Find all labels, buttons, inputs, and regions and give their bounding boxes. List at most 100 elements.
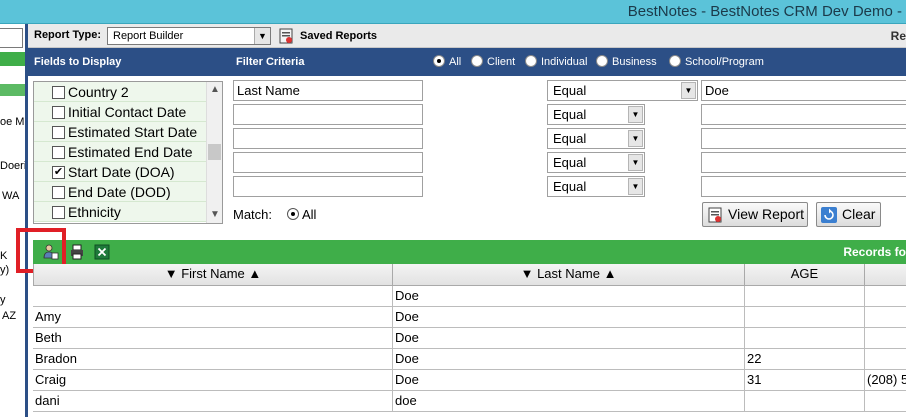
filter-field-input[interactable]: [233, 176, 423, 197]
field-checkbox[interactable]: [52, 126, 65, 139]
window-title: BestNotes - BestNotes CRM Dev Demo -: [627, 3, 902, 20]
filter-operator-select[interactable]: Equal ▼: [547, 176, 645, 197]
table-cell: Doe: [393, 307, 745, 328]
field-checkbox[interactable]: [52, 206, 65, 219]
left-search-input[interactable]: [0, 28, 23, 48]
excel-icon[interactable]: [94, 244, 110, 260]
filter-operator-select[interactable]: Equal ▼: [547, 152, 645, 173]
left-text-fragment: y: [0, 294, 6, 306]
field-item[interactable]: Estimated Start Date: [34, 122, 207, 142]
filter-field-input[interactable]: Last Name: [233, 80, 423, 101]
filter-operator-select[interactable]: Equal ▼: [547, 80, 698, 101]
field-label: Start Date (DOA): [68, 164, 175, 180]
field-checkbox-checked[interactable]: ✔: [52, 166, 65, 179]
field-checkbox[interactable]: [52, 86, 65, 99]
fields-list[interactable]: Country 2 Initial Contact Date Estimated…: [33, 81, 223, 224]
clear-button[interactable]: Clear: [816, 202, 881, 227]
table-cell: [865, 349, 906, 370]
sort-asc-icon[interactable]: ▲: [604, 266, 617, 281]
table-cell: Bradon: [33, 349, 393, 370]
left-panel-subheader: [0, 84, 25, 96]
table-cell: [745, 328, 865, 349]
clear-label: Clear: [842, 206, 876, 222]
table-cell: (208) 5: [865, 370, 906, 391]
radio-dot[interactable]: [471, 55, 483, 67]
left-panel-header: [0, 52, 25, 66]
left-text-fragment: Doerin: [0, 160, 27, 172]
field-checkbox[interactable]: [52, 106, 65, 119]
chevron-down-icon[interactable]: ▼: [628, 178, 643, 195]
results-toolbar: Records fo: [33, 240, 906, 264]
filter-value-input[interactable]: [701, 152, 906, 173]
field-label: Ethnicity: [68, 204, 121, 220]
table-cell: [865, 328, 906, 349]
field-item[interactable]: Initial Contact Date: [34, 102, 207, 122]
radio-dot[interactable]: [433, 55, 445, 67]
table-cell: 31: [745, 370, 865, 391]
fields-to-display-heading: Fields to Display: [34, 56, 122, 68]
records-found-text: Records fo: [843, 245, 906, 259]
chevron-down-icon[interactable]: ▼: [254, 28, 270, 44]
table-cell: [745, 391, 865, 412]
field-item[interactable]: Ethnicity: [34, 202, 207, 222]
sort-asc-icon[interactable]: ▲: [248, 266, 261, 281]
column-header-age[interactable]: AGE: [744, 264, 865, 286]
report-type-value: Report Builder: [113, 30, 184, 42]
chevron-down-icon[interactable]: ▼: [681, 82, 696, 99]
match-label: Match:: [233, 207, 273, 222]
radio-dot[interactable]: [525, 55, 537, 67]
radio-dot[interactable]: [669, 55, 681, 67]
column-header-first-name[interactable]: ▼ First Name ▲: [33, 264, 393, 286]
field-item[interactable]: ✔ Start Date (DOA): [34, 162, 207, 182]
filter-field-input[interactable]: [233, 152, 423, 173]
view-report-button[interactable]: View Report: [702, 202, 808, 227]
left-text-fragment: K: [0, 250, 8, 262]
field-item[interactable]: End Date (DOD): [34, 182, 207, 202]
filter-value-input[interactable]: Doe: [701, 80, 906, 101]
table-cell: Amy: [33, 307, 393, 328]
radio-dot[interactable]: [596, 55, 608, 67]
field-item[interactable]: Estimated End Date: [34, 142, 207, 162]
sort-desc-icon[interactable]: ▼: [521, 266, 534, 281]
saved-reports-link[interactable]: Saved Reports: [300, 30, 377, 42]
left-text-fragment: oe Ma: [0, 116, 28, 128]
filter-operator-select[interactable]: Equal ▼: [547, 128, 645, 149]
chevron-down-icon[interactable]: ▼: [628, 154, 643, 171]
report-type-bar: Report Type: Report Builder ▼ Saved Repo…: [28, 24, 906, 48]
chevron-down-icon[interactable]: ▼: [628, 130, 643, 147]
filter-value-input[interactable]: [701, 128, 906, 149]
table-cell: [865, 307, 906, 328]
match-all-radio[interactable]: [287, 208, 299, 220]
field-label: Estimated End Date: [68, 144, 193, 160]
filter-operator-select[interactable]: Equal ▼: [547, 104, 645, 125]
fields-scrollbar[interactable]: ▲ ▼: [206, 82, 222, 223]
report-bar-right-text: Re: [890, 29, 906, 43]
filter-field-input[interactable]: [233, 128, 423, 149]
filter-criteria-heading: Filter Criteria: [236, 56, 305, 68]
field-item[interactable]: Country 2: [34, 82, 207, 102]
column-header-last-name[interactable]: ▼ Last Name ▲: [392, 264, 745, 286]
table-cell: Beth: [33, 328, 393, 349]
field-checkbox[interactable]: [52, 146, 65, 159]
scrollbar-thumb[interactable]: [208, 144, 221, 160]
table-cell: Doe: [393, 370, 745, 391]
match-all-label: All: [302, 207, 317, 222]
saved-reports-icon[interactable]: [278, 28, 294, 44]
table-cell: Doe: [393, 349, 745, 370]
sort-desc-icon[interactable]: ▼: [165, 266, 178, 281]
chevron-down-icon[interactable]: ▼: [207, 207, 222, 223]
field-label: Initial Contact Date: [68, 104, 187, 120]
column-header-phone[interactable]: [864, 264, 906, 286]
table-cell: Craig: [33, 370, 393, 391]
table-cell: [865, 286, 906, 307]
filter-field-input[interactable]: [233, 104, 423, 125]
report-type-select[interactable]: Report Builder ▼: [107, 27, 271, 45]
chevron-up-icon[interactable]: ▲: [207, 82, 222, 98]
table-cell: [745, 307, 865, 328]
print-icon[interactable]: [69, 244, 85, 260]
field-checkbox[interactable]: [52, 186, 65, 199]
filter-value-input[interactable]: [701, 176, 906, 197]
report-icon: [708, 207, 722, 223]
filter-value-input[interactable]: [701, 104, 906, 125]
chevron-down-icon[interactable]: ▼: [628, 106, 643, 123]
